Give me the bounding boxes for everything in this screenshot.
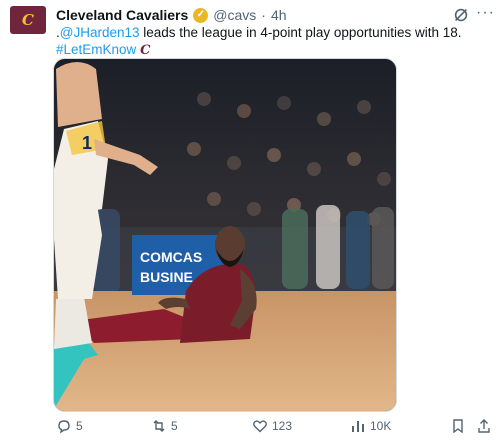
action-bar: 5 5 123 10K bbox=[56, 418, 492, 438]
reply-button[interactable]: 5 bbox=[56, 418, 83, 434]
bookmark-icon bbox=[453, 419, 463, 434]
hashflag-icon: C bbox=[140, 43, 151, 58]
separator-dot: · bbox=[261, 7, 266, 23]
mention-link[interactable]: @JHarden13 bbox=[60, 25, 140, 40]
timestamp[interactable]: 4h bbox=[271, 6, 287, 24]
views-button[interactable]: 10K bbox=[350, 418, 391, 434]
court-banner-line-1: COMCAS bbox=[140, 249, 202, 265]
text-body: leads the league in 4-point play opportu… bbox=[139, 25, 462, 40]
court-banner-line-2: BUSINE bbox=[140, 269, 193, 285]
views-count: 10K bbox=[370, 419, 392, 433]
share-button[interactable] bbox=[476, 418, 492, 434]
repost-button[interactable]: 5 bbox=[151, 418, 178, 434]
cavs-logo-icon: C bbox=[22, 11, 34, 29]
jersey-number: 1 bbox=[82, 133, 92, 153]
repost-count: 5 bbox=[171, 419, 178, 433]
reply-count: 5 bbox=[76, 419, 83, 433]
avatar[interactable]: C bbox=[10, 6, 46, 34]
more-options-icon[interactable]: ··· bbox=[476, 4, 495, 22]
tweet-text: .@JHarden13 leads the league in 4-point … bbox=[56, 24, 486, 59]
tweet-card[interactable]: C Cleveland Cavaliers ✓ @cavs · 4h ··· .… bbox=[0, 0, 500, 440]
verified-badge-icon: ✓ bbox=[193, 7, 209, 23]
hashtag-link[interactable]: #LetEmKnow bbox=[56, 42, 136, 57]
share-icon bbox=[478, 419, 490, 433]
tweet-photo[interactable]: COMCAS BUSINE 1 bbox=[53, 58, 397, 412]
repost-icon bbox=[153, 420, 165, 432]
reply-icon bbox=[58, 420, 70, 434]
grok-icon[interactable] bbox=[452, 6, 470, 24]
author-handle[interactable]: @cavs bbox=[213, 6, 256, 24]
like-count: 123 bbox=[272, 419, 293, 433]
game-photo: COMCAS BUSINE 1 bbox=[54, 59, 396, 411]
views-chart-icon bbox=[352, 421, 364, 432]
bookmark-button[interactable] bbox=[450, 418, 466, 434]
heart-icon bbox=[253, 420, 267, 433]
author-name[interactable]: Cleveland Cavaliers bbox=[56, 6, 188, 24]
like-button[interactable]: 123 bbox=[252, 418, 292, 434]
tweet-header: Cleveland Cavaliers ✓ @cavs · 4h bbox=[56, 6, 460, 24]
